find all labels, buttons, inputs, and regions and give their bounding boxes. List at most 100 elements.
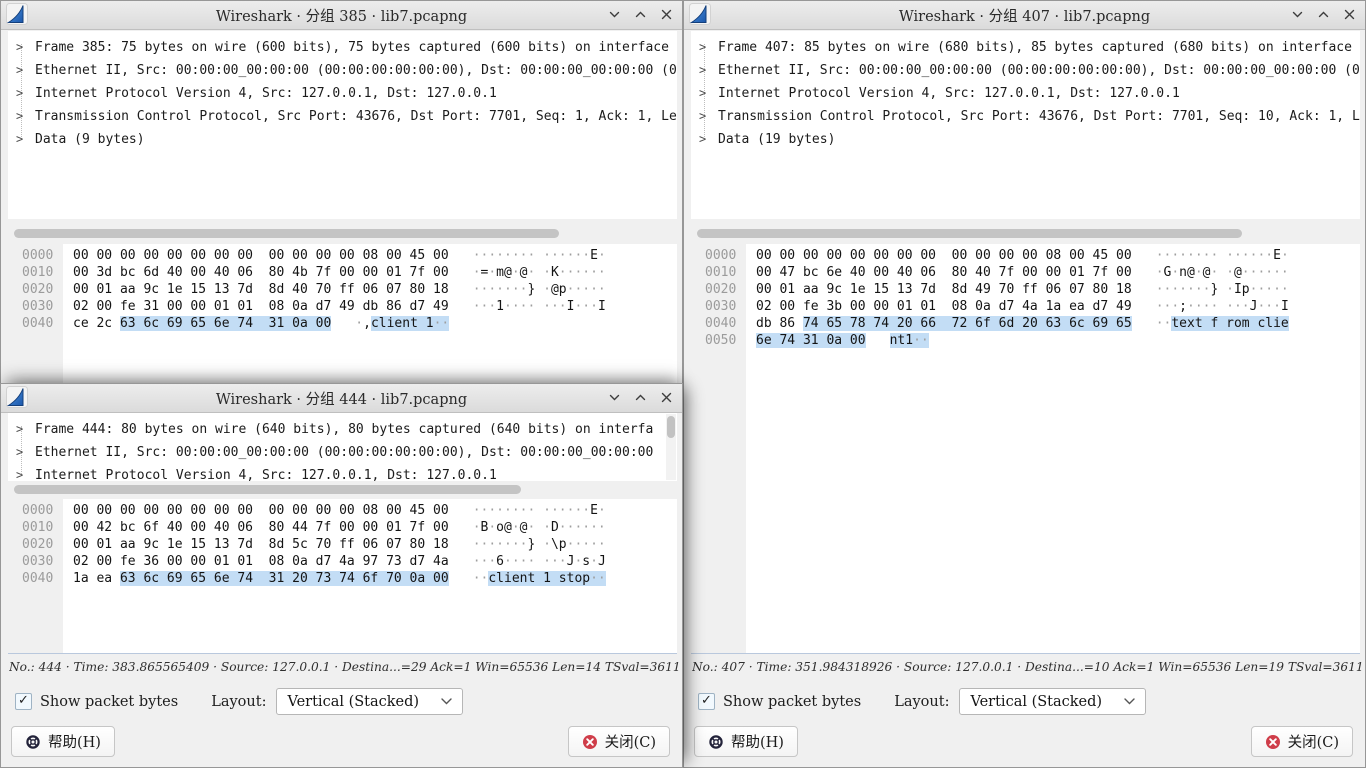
ascii-bytes: ·······} ·\p····· — [473, 536, 606, 553]
hex-row[interactable]: 001000 3d bc 6d 40 00 40 06 80 4b 7f 00 … — [8, 264, 677, 281]
ascii-bytes: ·=·m@·@· ·K······ — [473, 264, 606, 281]
hex-row[interactable]: 002000 01 aa 9c 1e 15 13 7d 8d 40 70 ff … — [8, 281, 677, 298]
hex-bytes: 02 00 fe 3b 00 00 01 01 08 0a d7 4a 1a e… — [756, 298, 1132, 315]
maximize-icon[interactable] — [634, 391, 647, 404]
layout-select[interactable]: Vertical (Stacked) — [959, 688, 1146, 715]
packet-detail-tree[interactable]: > Frame 407: 85 bytes on wire (680 bits),… — [691, 31, 1360, 219]
hex-offset: 0020 — [8, 536, 63, 553]
tree-item[interactable]: >Internet Protocol Version 4, Src: 127.0… — [8, 82, 677, 105]
vertical-scrollbar[interactable] — [666, 414, 676, 480]
hex-bytes: 02 00 fe 31 00 00 01 01 08 0a d7 49 db 8… — [73, 298, 449, 315]
hex-row[interactable]: 0040ce 2c 63 6c 69 65 6e 74 31 0a 00·,cl… — [8, 315, 677, 332]
hex-offset: 0010 — [8, 519, 63, 536]
tree-item[interactable]: > Frame 407: 85 bytes on wire (680 bits),… — [691, 36, 1360, 59]
hex-row[interactable]: 0040db 86 74 65 78 74 20 66 72 6f 6d 20 … — [691, 315, 1360, 332]
packet-detail-tree[interactable]: >Frame 444: 80 bytes on wire (640 bits),… — [8, 413, 677, 481]
expand-chevron-icon[interactable]: > — [16, 441, 23, 464]
tree-item-label: Internet Protocol Version 4, Src: 127.0.… — [35, 468, 497, 481]
expand-chevron-icon[interactable]: > — [699, 59, 706, 82]
close-dialog-button[interactable]: 关闭(C) — [1251, 726, 1353, 757]
tree-item[interactable]: >Internet Protocol Version 4, Src: 127.0… — [691, 82, 1360, 105]
close-circle-icon — [582, 734, 598, 750]
layout-select[interactable]: Vertical (Stacked) — [276, 688, 463, 715]
ascii-bytes: ··text f rom clie — [1156, 315, 1289, 332]
packet-summary-status: No.: 444 · Time: 383.865565409 · Source:… — [9, 660, 679, 674]
packet-detail-tree[interactable]: >Frame 385: 75 bytes on wire (600 bits),… — [8, 31, 677, 219]
tree-item[interactable]: >Data (9 bytes) — [8, 128, 677, 151]
show-packet-bytes-checkbox[interactable]: ✓ — [698, 693, 715, 710]
hex-offset: 0040 — [8, 315, 63, 332]
maximize-icon[interactable] — [634, 8, 647, 21]
tree-item[interactable]: > Ethernet II, Src: 00:00:00_00:00:00 (00… — [8, 441, 677, 464]
ascii-bytes: ········ ······E· — [473, 247, 606, 264]
hex-offset: 0030 — [8, 298, 63, 315]
packet-bytes-pane[interactable]: 000000 00 00 00 00 00 00 00 00 00 00 00 … — [691, 244, 1360, 654]
hex-row[interactable]: 000000 00 00 00 00 00 00 00 00 00 00 00 … — [8, 247, 677, 264]
help-button[interactable]: 帮助(H) — [11, 726, 115, 757]
tree-item[interactable]: >Frame 385: 75 bytes on wire (600 bits),… — [8, 36, 677, 59]
minimize-icon[interactable] — [608, 391, 621, 404]
hex-row[interactable]: 003002 00 fe 3b 00 00 01 01 08 0a d7 4a … — [691, 298, 1360, 315]
close-window-icon[interactable] — [660, 391, 673, 404]
wireshark-logo-icon — [689, 3, 711, 25]
hex-row[interactable]: 002000 01 aa 9c 1e 15 13 7d 8d 5c 70 ff … — [8, 536, 677, 553]
hex-row[interactable]: 000000 00 00 00 00 00 00 00 00 00 00 00 … — [8, 502, 677, 519]
hex-offset: 0000 — [8, 247, 63, 264]
expand-chevron-icon[interactable]: > — [16, 464, 23, 481]
titlebar[interactable]: Wireshark · 分组 385 · lib7.pcapng — [1, 1, 682, 30]
hex-row[interactable]: 003002 00 fe 36 00 00 01 01 08 0a d7 4a … — [8, 553, 677, 570]
packet-bytes-pane[interactable]: 000000 00 00 00 00 00 00 00 00 00 00 00 … — [8, 499, 677, 654]
expand-chevron-icon[interactable]: > — [16, 36, 23, 59]
horizontal-scrollbar[interactable] — [697, 229, 1242, 238]
hex-row[interactable]: 000000 00 00 00 00 00 00 00 00 00 00 00 … — [691, 247, 1360, 264]
window-title: Wireshark · 分组 444 · lib7.pcapng — [1, 388, 682, 409]
horizontal-scrollbar[interactable] — [14, 229, 559, 238]
show-packet-bytes-checkbox[interactable]: ✓ — [15, 693, 32, 710]
tree-item[interactable]: > Ethernet II, Src: 00:00:00_00:00:00 (00… — [8, 59, 677, 82]
hex-row[interactable]: 001000 42 bc 6f 40 00 40 06 80 44 7f 00 … — [8, 519, 677, 536]
expand-chevron-icon[interactable]: > — [16, 105, 23, 128]
hex-row[interactable]: 002000 01 aa 9c 1e 15 13 7d 8d 49 70 ff … — [691, 281, 1360, 298]
expand-chevron-icon[interactable]: > — [16, 59, 23, 82]
tree-item[interactable]: > Internet Protocol Version 4, Src: 127.0… — [8, 464, 677, 481]
tree-item-label: Frame 407: 85 bytes on wire (680 bits), … — [718, 40, 1352, 55]
window-title: Wireshark · 分组 407 · lib7.pcapng — [684, 5, 1365, 26]
hex-offset: 0050 — [691, 332, 746, 349]
tree-item-label: Data (19 bytes) — [718, 132, 835, 147]
close-dialog-button[interactable]: 关闭(C) — [568, 726, 670, 757]
expand-chevron-icon[interactable]: > — [16, 418, 23, 441]
ascii-bytes: ···6···· ···J·s·J — [473, 553, 606, 570]
help-button[interactable]: 帮助(H) — [694, 726, 798, 757]
layout-label: Layout: — [894, 694, 949, 710]
hex-row[interactable]: 001000 47 bc 6e 40 00 40 06 80 40 7f 00 … — [691, 264, 1360, 281]
tree-item[interactable]: >Ethernet II, Src: 00:00:00_00:00:00 (00… — [691, 59, 1360, 82]
close-circle-icon — [1265, 734, 1281, 750]
tree-item-label: Ethernet II, Src: 00:00:00_00:00:00 (00:… — [35, 63, 677, 78]
close-window-icon[interactable] — [660, 8, 673, 21]
titlebar[interactable]: Wireshark · 分组 407 · lib7.pcapng — [684, 1, 1365, 30]
minimize-icon[interactable] — [608, 8, 621, 21]
tree-item-label: Ethernet II, Src: 00:00:00_00:00:00 (00:… — [35, 445, 653, 460]
tree-item[interactable]: >Frame 444: 80 bytes on wire (640 bits),… — [8, 418, 677, 441]
tree-item[interactable]: >Transmission Control Protocol, Src Port… — [691, 105, 1360, 128]
hex-row[interactable]: 0030 02 00 fe 31 00 00 01 01 08 0a d7 49 … — [8, 298, 677, 315]
hex-row[interactable]: 00506e 74 31 0a 00nt1·· — [691, 332, 1360, 349]
expand-chevron-icon[interactable]: > — [16, 82, 23, 105]
expand-chevron-icon[interactable]: > — [699, 128, 706, 151]
hex-offset: 0010 — [691, 264, 746, 281]
ascii-bytes: nt1·· — [890, 332, 929, 349]
horizontal-scrollbar[interactable] — [14, 485, 521, 494]
expand-chevron-icon[interactable]: > — [699, 105, 706, 128]
hex-row[interactable]: 00401a ea 63 6c 69 65 6e 74 31 20 73 74 … — [8, 570, 677, 587]
hex-offset: 0020 — [8, 281, 63, 298]
close-window-icon[interactable] — [1343, 8, 1356, 21]
maximize-icon[interactable] — [1317, 8, 1330, 21]
titlebar[interactable]: Wireshark · 分组 444 · lib7.pcapng — [1, 384, 682, 413]
expand-chevron-icon[interactable]: > — [699, 36, 706, 59]
hex-bytes: db 86 74 65 78 74 20 66 72 6f 6d 20 63 6… — [756, 315, 1132, 332]
tree-item[interactable]: > Data (19 bytes) — [691, 128, 1360, 151]
minimize-icon[interactable] — [1291, 8, 1304, 21]
expand-chevron-icon[interactable]: > — [699, 82, 706, 105]
expand-chevron-icon[interactable]: > — [16, 128, 23, 151]
tree-item[interactable]: >Transmission Control Protocol, Src Port… — [8, 105, 677, 128]
